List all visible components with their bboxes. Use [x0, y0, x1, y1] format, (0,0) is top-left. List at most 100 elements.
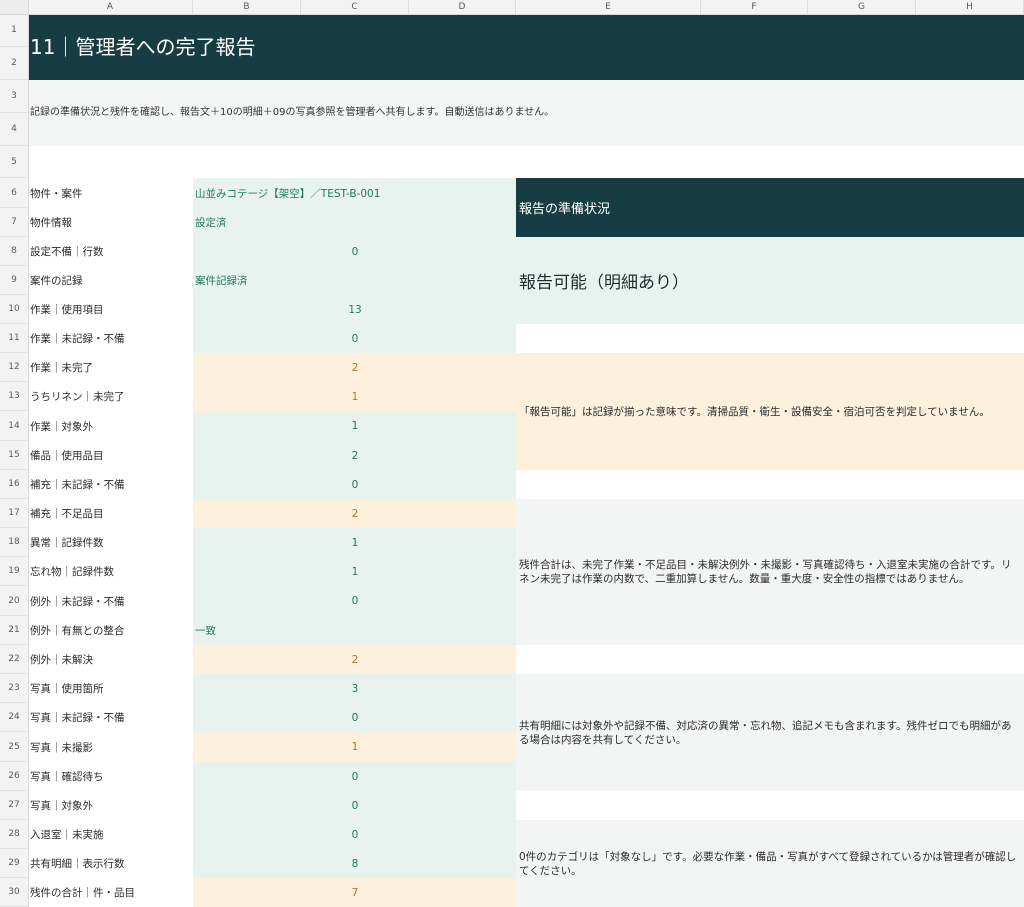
item-label[interactable]: うちリネン｜未完了	[30, 382, 125, 411]
item-label[interactable]: 写真｜使用箇所	[30, 674, 104, 703]
item-value[interactable]: 0	[193, 237, 516, 266]
report-panel-heading[interactable]: 報告の準備状況	[516, 178, 1024, 237]
row-header-25[interactable]: 25	[0, 732, 28, 762]
row-header-28[interactable]: 28	[0, 820, 28, 849]
item-value[interactable]: 1	[193, 732, 516, 762]
row-header-27[interactable]: 27	[0, 791, 28, 820]
column-header-a[interactable]: A	[28, 0, 193, 14]
row-header-13[interactable]: 13	[0, 382, 28, 411]
row-header-11[interactable]: 11	[0, 324, 28, 353]
row-header-9[interactable]: 9	[0, 266, 28, 295]
item-label[interactable]: 物件情報	[30, 208, 72, 237]
item-value[interactable]: 3	[193, 674, 516, 703]
report-status-value[interactable]: 報告可能（明細あり）	[516, 237, 1024, 324]
row-header-1[interactable]: 1	[0, 14, 28, 47]
item-value[interactable]: 設定済	[193, 208, 516, 237]
row-header-12[interactable]: 12	[0, 353, 28, 382]
page-description[interactable]: 記録の準備状況と残件を確認し、報告文＋10の明細＋09の写真参照を管理者へ共有し…	[30, 80, 554, 146]
row-header-16[interactable]: 16	[0, 470, 28, 499]
row-header-30[interactable]: 30	[0, 878, 28, 907]
item-label[interactable]: 作業｜未完了	[30, 353, 93, 382]
column-header-c[interactable]: C	[301, 0, 409, 14]
item-label[interactable]: 共有明細｜表示行数	[30, 849, 125, 878]
row-header-14[interactable]: 14	[0, 411, 28, 441]
item-label[interactable]: 例外｜未解決	[30, 645, 93, 674]
item-label[interactable]: 写真｜対象外	[30, 791, 93, 820]
column-header-h[interactable]: H	[916, 0, 1024, 14]
row-header-29[interactable]: 29	[0, 849, 28, 878]
row-header-20[interactable]: 20	[0, 586, 28, 616]
item-value[interactable]: 1	[193, 528, 516, 557]
item-label[interactable]: 忘れ物｜記録件数	[30, 557, 114, 586]
select-all-corner[interactable]	[0, 0, 29, 15]
item-value[interactable]: 0	[193, 324, 516, 353]
report-note-ready-meaning[interactable]: 「報告可能」は記録が揃った意味です。清掃品質・衛生・設備安全・宿泊可否を判定して…	[516, 353, 1024, 470]
report-note-remaining-total[interactable]: 残件合計は、未完了作業・不足品目・未解決例外・未撮影・写真確認待ち・入退室未実施…	[516, 499, 1024, 645]
item-label[interactable]: 異常｜記録件数	[30, 528, 104, 557]
column-header-f[interactable]: F	[701, 0, 808, 14]
item-value-number: 1	[351, 741, 359, 753]
item-label[interactable]: 案件の記録	[30, 266, 83, 295]
item-label[interactable]: 例外｜有無との整合	[30, 616, 124, 645]
item-label[interactable]: 写真｜未記録・不備	[30, 703, 125, 732]
row-header-6[interactable]: 6	[0, 178, 28, 208]
column-header-d[interactable]: D	[409, 0, 516, 14]
item-value[interactable]: 案件記録済	[193, 266, 516, 295]
row-header-3[interactable]: 3	[0, 80, 28, 113]
item-value[interactable]: 1	[193, 557, 516, 586]
item-label[interactable]: 写真｜確認待ち	[30, 762, 104, 791]
item-label[interactable]: 入退室｜未実施	[30, 820, 104, 849]
row-header-18[interactable]: 18	[0, 528, 28, 557]
item-label[interactable]: 残件の合計｜件・品目	[30, 878, 135, 907]
item-value[interactable]: 一致	[193, 616, 516, 645]
row-header-19[interactable]: 19	[0, 557, 28, 586]
row-header-7[interactable]: 7	[0, 208, 28, 237]
row-header-5[interactable]: 5	[0, 146, 28, 178]
item-value[interactable]: 0	[193, 470, 516, 499]
item-label[interactable]: 作業｜未記録・不備	[30, 324, 125, 353]
row-header-23[interactable]: 23	[0, 674, 28, 703]
item-value[interactable]: 2	[193, 499, 516, 528]
column-header-b[interactable]: B	[193, 0, 301, 14]
row-header-10[interactable]: 10	[0, 295, 28, 324]
item-label[interactable]: 備品｜使用品目	[30, 441, 104, 470]
item-value[interactable]: 7	[193, 878, 516, 907]
row-header-15[interactable]: 15	[0, 441, 28, 470]
item-label[interactable]: 写真｜未撮影	[30, 732, 93, 762]
column-header-e[interactable]: E	[516, 0, 701, 14]
item-value[interactable]: 1	[193, 411, 516, 441]
item-label[interactable]: 設定不備｜行数	[30, 237, 104, 266]
row-header-26[interactable]: 26	[0, 762, 28, 791]
item-value[interactable]: 2	[193, 441, 516, 470]
item-value[interactable]: 山並みコテージ【架空】／TEST-B-001	[193, 178, 516, 208]
report-note-shared-details[interactable]: 共有明細には対象外や記録不備、対応済の異常・忘れ物、追記メモも含まれます。残件ゼ…	[516, 674, 1024, 791]
item-value[interactable]: 0	[193, 703, 516, 732]
item-label[interactable]: 補充｜不足品目	[30, 499, 104, 528]
item-value[interactable]: 2	[193, 645, 516, 674]
item-label[interactable]: 作業｜使用項目	[30, 295, 104, 324]
item-value[interactable]: 1	[193, 382, 516, 411]
item-value[interactable]: 13	[193, 295, 516, 324]
column-header-g[interactable]: G	[808, 0, 916, 14]
row-header-2[interactable]: 2	[0, 47, 28, 80]
item-value-number: 2	[351, 449, 359, 462]
report-note-zero-category[interactable]: 0件のカテゴリは「対象なし」です。必要な作業・備品・写真がすべて登録されているか…	[516, 820, 1024, 907]
item-value[interactable]: 8	[193, 849, 516, 878]
item-value[interactable]: 0	[193, 762, 516, 791]
item-value[interactable]: 0	[193, 791, 516, 820]
row-header-17[interactable]: 17	[0, 499, 28, 528]
item-label[interactable]: 作業｜対象外	[30, 411, 93, 441]
page-title[interactable]: 11｜管理者への完了報告	[30, 14, 255, 80]
item-label[interactable]: 補充｜未記録・不備	[30, 470, 125, 499]
item-label[interactable]: 例外｜未記録・不備	[30, 586, 125, 616]
row-header-8[interactable]: 8	[0, 237, 28, 266]
item-value[interactable]: 0	[193, 586, 516, 616]
row-header-22[interactable]: 22	[0, 645, 28, 674]
row-header-21[interactable]: 21	[0, 616, 28, 645]
item-value-number: 8	[351, 857, 359, 870]
item-value[interactable]: 0	[193, 820, 516, 849]
item-label[interactable]: 物件・案件	[30, 178, 83, 208]
row-header-4[interactable]: 4	[0, 113, 28, 146]
row-header-24[interactable]: 24	[0, 703, 28, 732]
item-value[interactable]: 2	[193, 353, 516, 382]
